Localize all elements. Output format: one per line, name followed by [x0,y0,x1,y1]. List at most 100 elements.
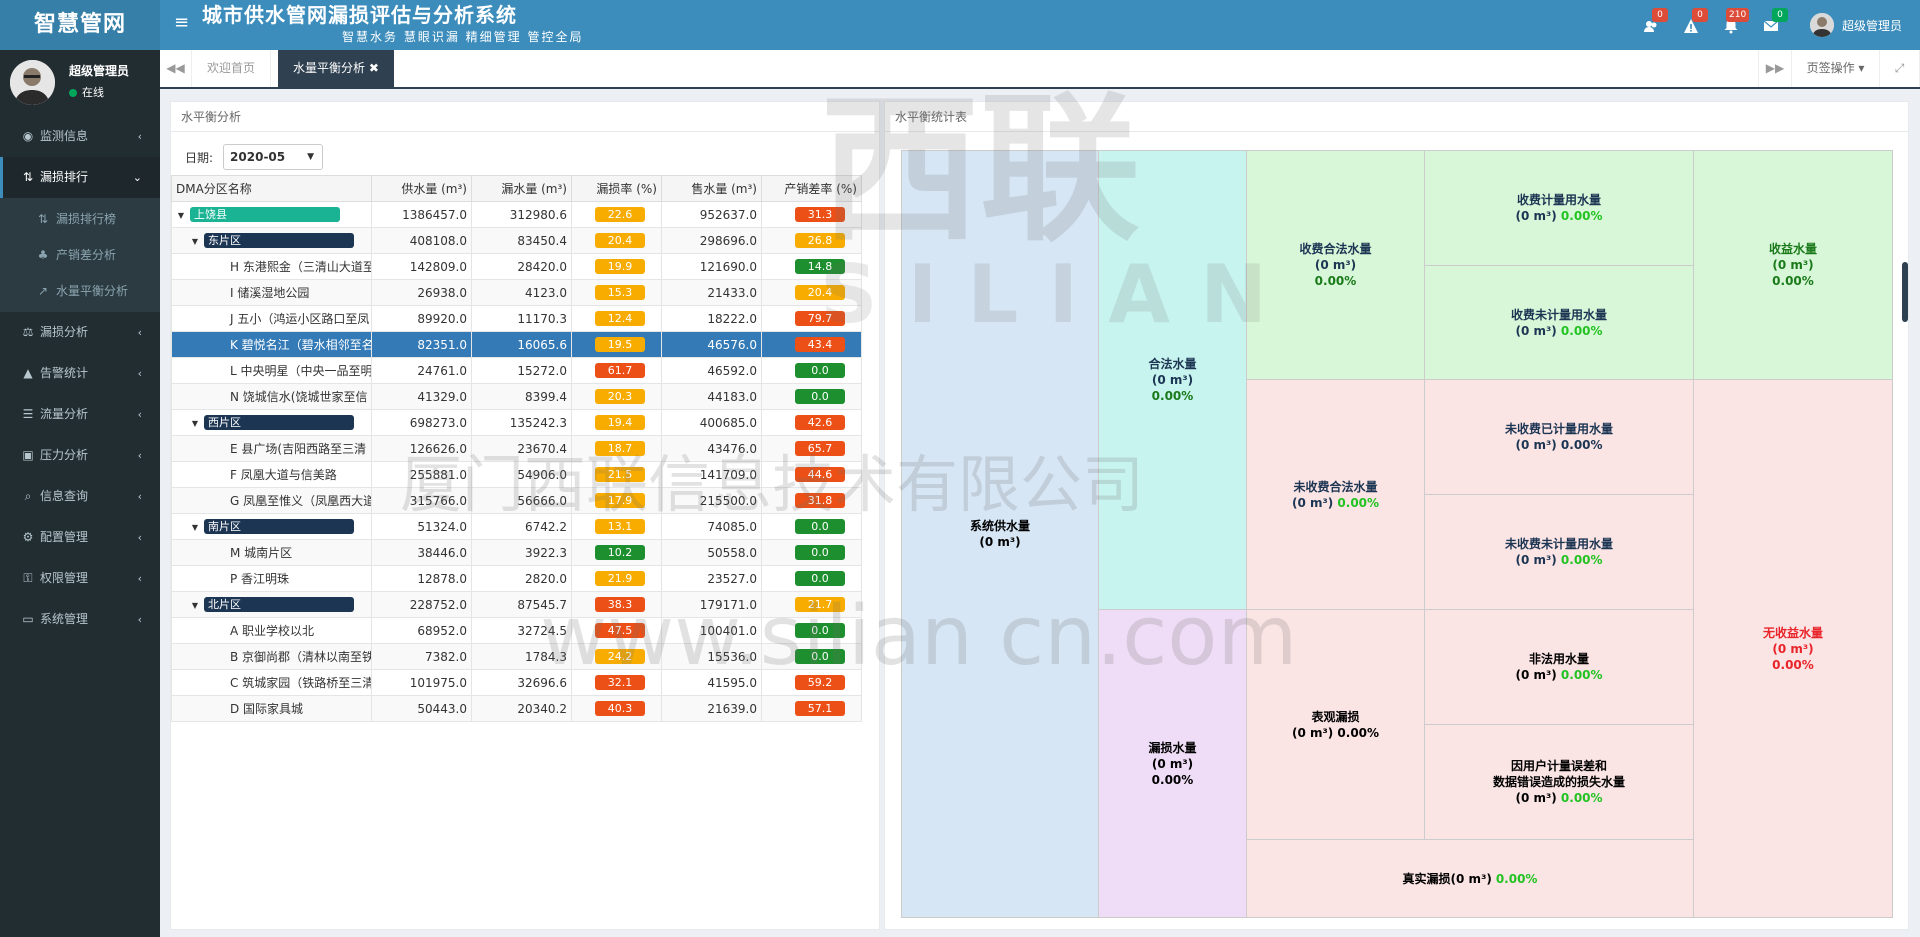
table-row[interactable]: G 凤凰至惟义（凤凰西大道 315766.0 56666.0 17.9 215500.0… [171,487,862,514]
leak-rate-cell: 19.9 [571,253,662,280]
sold-cell: 179171.0 [661,591,762,618]
sidebar-item-5[interactable]: ▣ 压力分析 ‹ [0,435,160,476]
leak-rate-badge: 17.9 [595,493,645,508]
region-tag: 西片区 [204,415,354,430]
table-row[interactable]: L 中央明星（中央一品至明 24761.0 15272.0 61.7 46592.0 0.… [171,357,862,384]
sidebar-item-0[interactable]: ◉ 监测信息 ‹ [0,116,160,157]
table-row[interactable]: ▼ 上饶县 1386457.0 312980.6 22.6 952637.0 31.3 [171,201,862,228]
tab-home[interactable]: 欢迎首页 [192,50,272,87]
table-row[interactable]: ▼ 南片区 51324.0 6742.2 13.1 74085.0 0.0 [171,513,862,540]
sidebar-item-7[interactable]: ⚙ 配置管理 ‹ [0,517,160,558]
table-row[interactable]: ▼ 北片区 228752.0 87545.7 38.3 179171.0 21.7 [171,591,862,618]
caret-down-icon[interactable]: ▼ [190,419,200,428]
leak-rate-badge: 47.5 [595,623,645,638]
diff-rate-cell: 0.0 [761,617,862,644]
notification-badge: 0 [1772,8,1788,22]
leak-cell: 3922.3 [471,539,572,566]
table-row[interactable]: E 县广场(吉阳西路至三清 126626.0 23670.4 18.7 43476.0 6… [171,435,862,462]
sidebar-item-8[interactable]: ⚿ 权限管理 ‹ [0,558,160,599]
caret-down-icon[interactable]: ▼ [190,601,200,610]
sitemap-icon: ♣ [37,248,49,262]
scrollbar-thumb[interactable] [1902,262,1908,322]
leak-rate-cell: 38.3 [571,591,662,618]
table-row[interactable]: K 碧悦名江（碧水相邻至名 82351.0 16065.6 19.5 46576.0 43… [171,331,862,358]
fullscreen-icon[interactable]: ⤢ [1880,50,1920,87]
table-row[interactable]: ▼ 西片区 698273.0 135242.3 19.4 400685.0 42.6 [171,409,862,436]
chevron-left-icon: ‹ [137,326,142,339]
table-row[interactable]: N 饶城信水(饶城世家至信 41329.0 8399.4 20.3 44183.0 0.0 [171,383,862,410]
submenu-item-0[interactable]: ⇅ 漏损排行榜 [0,201,160,237]
chevron-left-icon: ‹ [137,408,142,421]
table-row[interactable]: ▼ 东片区 408108.0 83450.4 20.4 298696.0 26.8 [171,227,862,254]
billed-unmetered-cell: 收费未计量用水量 (0 m³) 0.00% [1424,265,1694,380]
diff-rate-badge: 65.7 [795,441,845,456]
dma-name-cell: ▼ 东片区 [171,227,372,254]
unbilled-metered-cell: 未收费已计量用水量 (0 m³) 0.00% [1424,379,1694,495]
notification-badge: 210 [1726,8,1750,22]
table-row[interactable]: M 城南片区 38446.0 3922.3 10.2 50558.0 0.0 [171,539,862,566]
leak-rate-cell: 21.5 [571,461,662,488]
sidebar-item-6[interactable]: ⌕ 信息查询 ‹ [0,476,160,517]
leak-cell: 4123.0 [471,279,572,306]
column-header[interactable]: 漏损率 (%) [571,175,662,202]
leak-rate-badge: 12.4 [595,311,645,326]
sidebar-item-4[interactable]: ☰ 流量分析 ‹ [0,394,160,435]
column-header[interactable]: 售水量 (m³) [661,175,762,202]
tab-water-balance[interactable]: 水量平衡分析 ✖ [278,50,394,87]
submenu-item-1[interactable]: ♣ 产销差分析 [0,237,160,273]
column-header[interactable]: 漏水量 (m³) [471,175,572,202]
table-row[interactable]: I 储溪湿地公园 26938.0 4123.0 15.3 21433.0 20.4 [171,279,862,306]
leak-rate-badge: 10.2 [595,545,645,560]
dma-name-cell: ▼ 南片区 [171,513,372,540]
bell-icon[interactable]: 210 [1718,8,1750,38]
sidebar-item-3[interactable]: ▲ 告警统计 ‹ [0,353,160,394]
envelope-icon[interactable]: 0 [1758,8,1788,38]
diff-rate-badge: 42.6 [795,415,845,430]
warning-icon[interactable]: 0 [1678,8,1708,38]
column-header[interactable]: DMA分区名称 [171,175,372,202]
diff-rate-cell: 0.0 [761,539,862,566]
supply-cell: 38446.0 [371,539,472,566]
caret-down-icon[interactable]: ▼ [190,237,200,246]
tab-scroll-right-icon[interactable]: ▶▶ [1758,50,1792,87]
table-header: DMA分区名称 供水量 (m³) 漏水量 (m³) 漏损率 (%) 售水量 (m³) 产销… [171,175,862,202]
table-row[interactable]: F 凤凰大道与信美路 255881.0 54906.0 21.5 141709.0 44.… [171,461,862,488]
diff-rate-cell: 44.6 [761,461,862,488]
dma-name-cell: M 城南片区 [171,539,372,566]
table-row[interactable]: A 职业学校以北 68952.0 32724.5 47.5 100401.0 0.0 [171,617,862,644]
table-row[interactable]: J 五小（鸿运小区路口至凤 89920.0 11170.3 12.4 18222.0 79… [171,305,862,332]
diff-rate-badge: 0.0 [795,571,845,586]
dma-name-cell: D 国际家具城 [171,695,372,722]
sold-cell: 141709.0 [661,461,762,488]
caret-down-icon[interactable]: ▼ [190,523,200,532]
leak-cell: 8399.4 [471,383,572,410]
notification-badge: 0 [1652,8,1668,22]
tab-scroll-left-icon[interactable]: ◀◀ [160,50,192,87]
table-row[interactable]: B 京御尚郡（清林以南至铁 7382.0 1784.3 24.2 15536.0 0.0 [171,643,862,670]
column-header[interactable]: 产销差率 (%) [761,175,862,202]
region-tag: 上饶县 [190,207,340,222]
table-row[interactable]: P 香江明珠 12878.0 2820.0 21.9 23527.0 0.0 [171,565,862,592]
leak-rate-badge: 20.3 [595,389,645,404]
sidebar-submenu: ⇅ 漏损排行榜 ♣ 产销差分析 ↗ 水量平衡分析 [0,198,160,312]
close-icon[interactable]: ✖ [369,61,379,75]
menu-toggle-icon[interactable]: ≡ [174,12,189,34]
diff-rate-badge: 14.8 [795,259,845,274]
caret-down-icon[interactable]: ▼ [176,211,186,220]
sidebar-item-2[interactable]: ⚖ 漏损分析 ‹ [0,312,160,353]
sidebar-item-9[interactable]: ▭ 系统管理 ‹ [0,599,160,640]
leak-cell: 1784.3 [471,643,572,670]
leak-rate-cell: 19.4 [571,409,662,436]
page-ops-dropdown[interactable]: 页签操作 ▾ [1792,50,1880,87]
users-icon[interactable]: 0 [1638,8,1668,38]
date-select[interactable]: 2020-05 ▼ [223,144,324,170]
column-header[interactable]: 供水量 (m³) [371,175,472,202]
user-menu[interactable]: 超级管理员 [1810,12,1902,38]
leak-cell: 2820.0 [471,565,572,592]
table-row[interactable]: H 东港熙金（三清山大道至 142809.0 28420.0 19.9 121690.0… [171,253,862,280]
sidebar-item-1[interactable]: ⇅ 漏损排行 ⌄ [0,157,160,198]
table-row[interactable]: C 筑城家园（铁路桥至三清 101975.0 32696.6 32.1 41595.0 5… [171,669,862,696]
submenu-item-2[interactable]: ↗ 水量平衡分析 [0,273,160,309]
table-row[interactable]: D 国际家具城 50443.0 20340.2 40.3 21639.0 57.1 [171,695,862,722]
leak-rate-cell: 21.9 [571,565,662,592]
